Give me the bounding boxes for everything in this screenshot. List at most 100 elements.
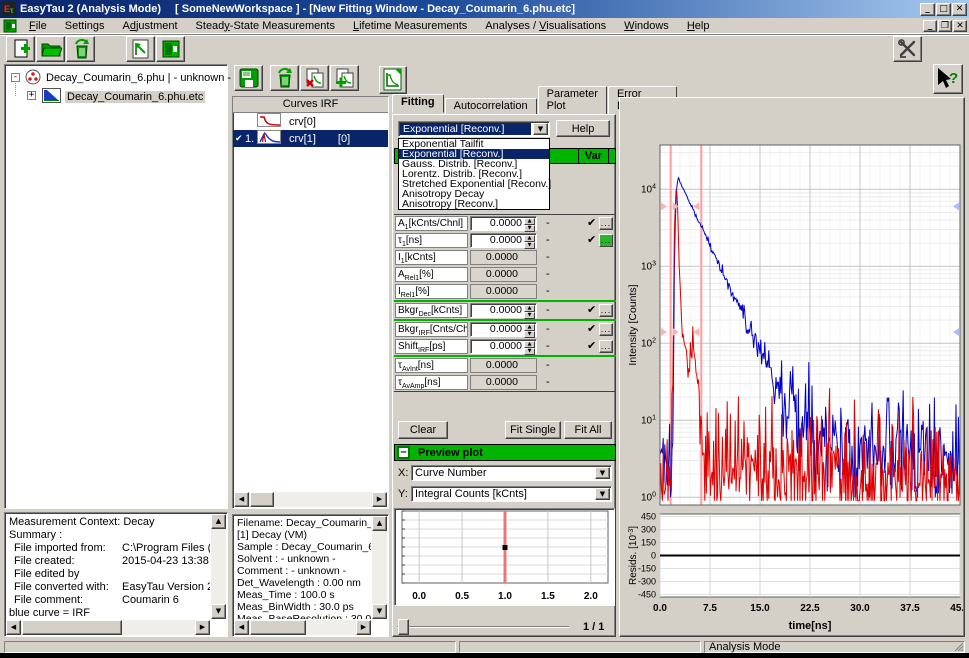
menu-item-steady-state-measurements[interactable]: Steady-State Measurements	[187, 19, 344, 33]
close-button[interactable]: ✕	[952, 3, 967, 16]
delete-button[interactable]	[66, 36, 95, 62]
menu-item-help[interactable]: Help	[678, 19, 719, 33]
spinner-up-icon[interactable]: ▲	[524, 305, 535, 312]
menu-item-settings[interactable]: Settings	[56, 19, 114, 33]
tree-root-label[interactable]: Decay_Coumarin_6.phu | - unknown -	[46, 72, 231, 84]
param-fit-checkbox[interactable]: ✔	[587, 322, 596, 335]
param-value-input[interactable]: 0.0000▲▼	[470, 322, 537, 337]
open-workspace-button[interactable]	[36, 36, 65, 62]
app-icon[interactable]: Eτ	[2, 2, 16, 16]
param-spinner[interactable]: ▲▼	[524, 324, 535, 335]
tab-autocorrelation[interactable]: Autocorrelation	[445, 98, 537, 115]
combo-dropdown-icon[interactable]: ▼	[595, 488, 610, 500]
param-more-button[interactable]: ...	[599, 340, 613, 353]
curve-row-1[interactable]: ✔1.crv[1][0]	[233, 130, 388, 147]
spinner-up-icon[interactable]: ▲	[524, 235, 535, 242]
info-vscrollbar[interactable]: ▲ ▼	[372, 516, 387, 619]
param-value-input[interactable]: 0.0000▲▼	[470, 339, 537, 354]
delete-curve-button[interactable]	[270, 65, 299, 91]
easytau-window-button[interactable]	[156, 36, 185, 62]
spinner-down-icon[interactable]: ▼	[524, 225, 535, 232]
remove-assignment-button[interactable]	[300, 65, 329, 91]
scroll-left-icon[interactable]: ◀	[234, 492, 249, 507]
maximize-button[interactable]: □	[936, 3, 951, 16]
param-spinner[interactable]: ▲▼	[524, 218, 535, 229]
curve-pager-track[interactable]	[397, 626, 569, 628]
menu-item-lifetime-measurements[interactable]: Lifetime Measurements	[344, 19, 476, 33]
dropdown-option[interactable]: Anisotropy [Reconv.]	[399, 199, 549, 209]
spinner-down-icon[interactable]: ▼	[524, 312, 535, 319]
preview-x-select[interactable]: Curve Number ▼	[411, 465, 612, 481]
context-vscrollbar[interactable]: ▲ ▼	[211, 514, 226, 619]
scroll-right-icon[interactable]: ▶	[356, 620, 371, 635]
tree-root-expander[interactable]: -	[11, 73, 20, 82]
param-more-button[interactable]: ...	[599, 323, 613, 336]
spinner-up-icon[interactable]: ▲	[524, 218, 535, 225]
scroll-up-icon[interactable]: ▲	[211, 514, 226, 529]
child-minimize-button[interactable]: _	[923, 20, 937, 32]
fit-single-button[interactable]: Fit Single	[505, 421, 561, 439]
param-spinner[interactable]: ▲▼	[524, 305, 535, 316]
combo-dropdown-icon[interactable]: ▼	[595, 467, 610, 479]
param-value-input[interactable]: 0.0000▲▼	[470, 233, 537, 248]
child-window-icon[interactable]	[3, 19, 17, 33]
collapse-icon[interactable]: –	[397, 446, 410, 459]
tree-child-label[interactable]: Decay_Coumarin_6.phu.etc	[65, 91, 205, 103]
add-assignment-button[interactable]	[330, 65, 359, 91]
scroll-left-icon[interactable]: ◀	[6, 620, 21, 635]
resize-grip-icon[interactable]	[953, 641, 963, 651]
param-fit-checkbox[interactable]: ✔	[587, 216, 596, 229]
param-more-button[interactable]: ...	[599, 234, 613, 247]
child-close-button[interactable]: ✕	[953, 20, 967, 32]
scroll-thumb[interactable]	[250, 620, 306, 635]
preview-data-point[interactable]	[503, 545, 508, 550]
clear-button[interactable]: Clear	[398, 421, 448, 439]
scroll-left-icon[interactable]: ◀	[234, 620, 249, 635]
minimize-button[interactable]: _	[920, 3, 935, 16]
param-fit-checkbox[interactable]: ✔	[587, 303, 596, 316]
child-restore-button[interactable]: ❐	[938, 20, 952, 32]
curve-row-0[interactable]: crv[0]	[233, 113, 388, 130]
param-value-input[interactable]: 0.0000▲▼	[470, 303, 537, 318]
param-more-button[interactable]: ...	[599, 217, 613, 230]
fit-model-select[interactable]: Exponential [Reconv.] ▼	[398, 121, 550, 137]
curves-hscrollbar[interactable]: ◀ ▶	[234, 492, 387, 507]
param-fit-checkbox[interactable]: ✔	[587, 339, 596, 352]
context-help-button[interactable]: ?	[933, 64, 963, 94]
spinner-down-icon[interactable]: ▼	[524, 348, 535, 355]
context-hscrollbar[interactable]: ◀ ▶	[6, 620, 210, 635]
info-hscrollbar[interactable]: ◀ ▶	[234, 620, 371, 635]
param-spinner[interactable]: ▲▼	[524, 235, 535, 246]
preview-y-select[interactable]: Integral Counts [kCnts] ▼	[411, 486, 612, 502]
tree-child-expander[interactable]: +	[27, 91, 36, 100]
tools-button[interactable]	[893, 36, 922, 62]
menu-item-windows[interactable]: Windows	[615, 19, 678, 33]
tab-parameter-plot[interactable]: Parameter Plot	[538, 86, 607, 115]
param-more-button[interactable]: ...	[599, 304, 613, 317]
spinner-up-icon[interactable]: ▲	[524, 324, 535, 331]
scroll-down-icon[interactable]: ▼	[372, 604, 387, 619]
param-value-input[interactable]: 0.0000▲▼	[470, 216, 537, 231]
scroll-right-icon[interactable]: ▶	[195, 620, 210, 635]
menu-item-adjustment[interactable]: Adjustment	[114, 19, 187, 33]
scroll-up-icon[interactable]: ▲	[372, 516, 387, 531]
scroll-thumb[interactable]	[250, 492, 274, 507]
scroll-thumb[interactable]	[22, 620, 122, 635]
menu-item-file[interactable]: File	[20, 19, 56, 33]
new-document-button[interactable]	[6, 36, 35, 62]
param-spinner[interactable]: ▲▼	[524, 341, 535, 352]
fit-all-button[interactable]: Fit All	[564, 421, 612, 439]
new-analysis-window-button[interactable]	[126, 36, 155, 62]
help-button[interactable]: Help	[556, 120, 610, 137]
scroll-down-icon[interactable]: ▼	[211, 604, 226, 619]
spinner-up-icon[interactable]: ▲	[524, 341, 535, 348]
combo-dropdown-icon[interactable]: ▼	[533, 123, 548, 135]
save-curve-button[interactable]	[234, 65, 263, 91]
spinner-down-icon[interactable]: ▼	[524, 331, 535, 338]
tab-fitting[interactable]: Fitting	[392, 94, 444, 113]
curve-checked-icon[interactable]: ✔	[235, 134, 245, 144]
spinner-down-icon[interactable]: ▼	[524, 242, 535, 249]
menu-item-analyses-visualisations[interactable]: Analyses / Visualisations	[476, 19, 615, 33]
param-fit-checkbox[interactable]: ✔	[587, 233, 596, 246]
curve-pager-thumb[interactable]	[398, 619, 409, 635]
